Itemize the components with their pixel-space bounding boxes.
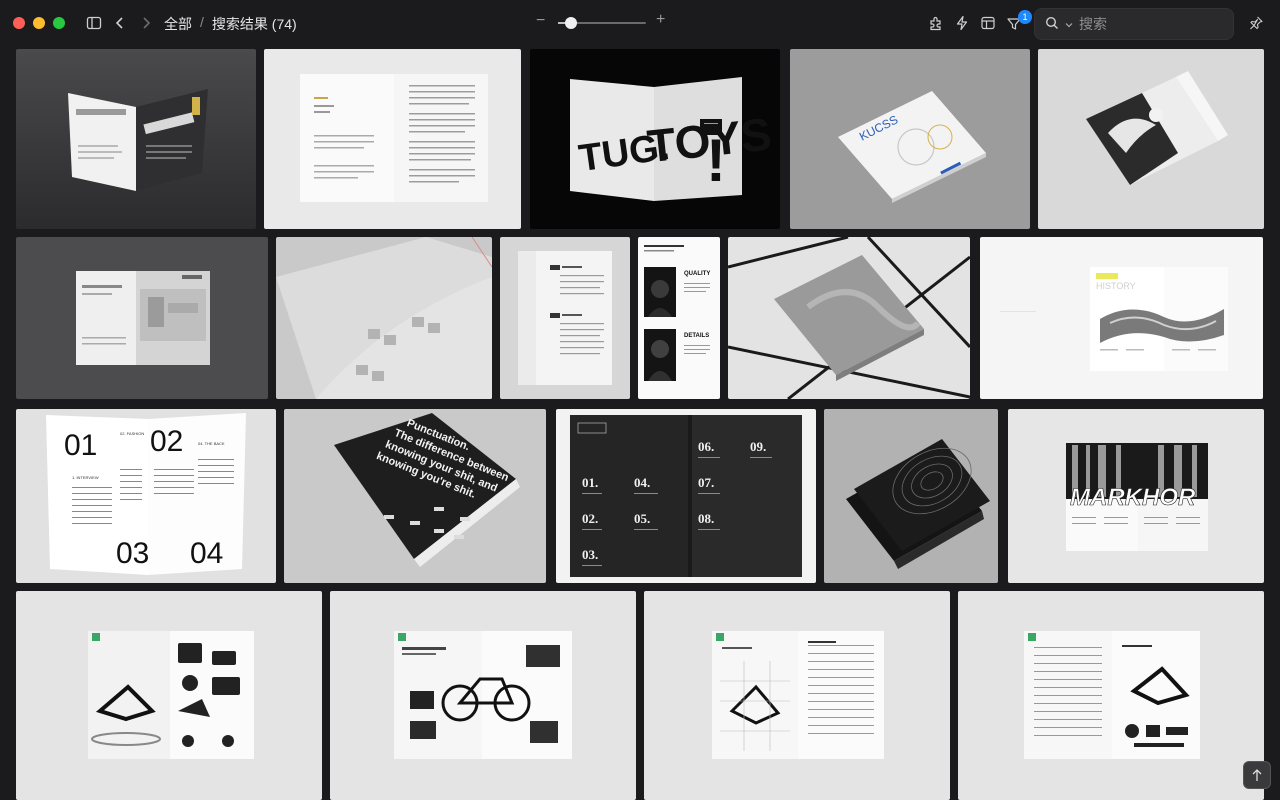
zoom-out-button[interactable]: − [536, 12, 545, 30]
back-arrow-icon[interactable] [114, 15, 126, 31]
tile-num-03: 03. [582, 547, 598, 562]
zoom-in-button[interactable]: + [656, 11, 665, 29]
tile-bike-full-spread[interactable] [330, 591, 636, 800]
close-window-button[interactable] [13, 17, 25, 29]
tile-num-06: 06. [698, 439, 714, 454]
fullscreen-window-button[interactable] [53, 17, 65, 29]
tile-markhor-magazine[interactable]: MARKHOR [1008, 409, 1264, 583]
forward-arrow-icon[interactable] [140, 15, 152, 31]
tile-04-text: 04 [190, 537, 223, 570]
toolbar: 全部 / 搜索结果 (74) − + 1 [0, 0, 1280, 46]
search-input[interactable] [1079, 16, 1229, 32]
tile-quality-text: QUALITY [684, 271, 710, 277]
breadcrumb: 全部 / 搜索结果 (74) [164, 14, 297, 34]
filter-count-badge: 1 [1018, 10, 1032, 24]
plugin-icon[interactable] [928, 15, 944, 31]
tile-num-07: 07. [698, 475, 714, 490]
tile-num-05: 05. [634, 511, 650, 526]
arrow-up-icon [1252, 769, 1262, 781]
pin-icon[interactable] [1248, 15, 1264, 31]
tile-contents-page[interactable] [500, 237, 630, 399]
tile-num-04: 04. [634, 475, 650, 490]
tile-wing-magazine[interactable] [1038, 49, 1264, 229]
tile-num-08: 08. [698, 511, 714, 526]
tile-factory-brochure[interactable] [16, 237, 268, 399]
tile-dark-rings-book[interactable] [824, 409, 998, 583]
action-bolt-icon[interactable] [954, 15, 970, 31]
scroll-to-top-button[interactable] [1243, 761, 1271, 789]
tile-01-text: 01 [64, 429, 97, 462]
tile-num-01: 01. [582, 475, 598, 490]
tile-02-text: 02 [150, 425, 183, 458]
tile-grey-hardcover[interactable] [728, 237, 970, 399]
tile-bang-text: ! [706, 127, 726, 194]
tile-details-text: DETAILS [684, 333, 709, 339]
tile-text-spread[interactable] [264, 49, 521, 229]
zoom-slider-knob[interactable] [565, 17, 578, 29]
tile-num-09: 09. [750, 439, 766, 454]
tile-interview-spread[interactable]: 01 02 03 04 1. INTERVIEW 02. FASHION 04.… [16, 409, 276, 583]
search-icon [1045, 16, 1059, 33]
layout-icon[interactable] [980, 15, 996, 31]
minimize-window-button[interactable] [33, 17, 45, 29]
tile-tug-toys[interactable]: TUG. TOYS ! [530, 49, 780, 229]
zoom-control: − + [536, 11, 666, 32]
breadcrumb-current: 搜索结果 (74) [211, 16, 297, 32]
sidebar-toggle-icon[interactable] [86, 15, 102, 31]
app-window: 全部 / 搜索结果 (74) − + 1 搜索 TUG. TOYS ! KUCS… [0, 0, 1280, 800]
tile-bike-sketch-spread[interactable] [644, 591, 950, 800]
tile-punctuation-book[interactable]: Punctuation. The difference between know… [284, 409, 546, 583]
tile-interview-heading: 1. INTERVIEW [72, 475, 99, 480]
chevron-down-icon[interactable] [1065, 16, 1073, 32]
tile-bike-parts-spread[interactable] [958, 591, 1264, 800]
tile-markhor-text: MARKHOR [1070, 484, 1196, 511]
tile-bike-frame-spread-1[interactable] [16, 591, 322, 800]
tile-numbered-dark-spread[interactable]: 01. 02. 03. 04. 05. 06. 07. 08. 09. [556, 409, 816, 583]
breadcrumb-separator: / [200, 14, 204, 30]
tile-quality-details[interactable]: QUALITY DETAILS [638, 237, 720, 399]
tile-fashion-heading: 02. FASHION [120, 431, 144, 436]
breadcrumb-root[interactable]: 全部 [164, 14, 192, 34]
tile-grey-open-book[interactable] [276, 237, 492, 399]
tile-kucss-book[interactable]: KUCSS [790, 49, 1030, 229]
search-box[interactable] [1034, 8, 1234, 40]
tile-num-02: 02. [582, 511, 598, 526]
tile-history-text: HISTORY [1096, 281, 1136, 291]
tile-the-back-heading: 04. THE BACK [198, 441, 225, 446]
tile-03-text: 03 [116, 537, 149, 570]
tile-4m1-series-locking[interactable] [16, 49, 256, 229]
tile-history-spread[interactable]: HISTORY [980, 237, 1263, 399]
